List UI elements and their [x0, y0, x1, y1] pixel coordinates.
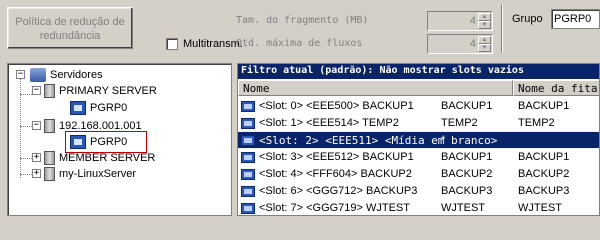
tree-item-primary-pgrp0[interactable]: PGRP0	[70, 100, 127, 116]
tape-icon	[241, 134, 255, 146]
slot-name: <Slot: 4> <FFF604> BACKUP2	[259, 168, 412, 180]
tape-icon	[241, 168, 255, 180]
slot-name: <Slot: 7> <GGG719> WJTEST	[259, 202, 411, 214]
fragment-size-spinner[interactable]: 4 ▲ ▼	[427, 11, 493, 31]
tape-icon	[241, 117, 255, 129]
slot-tape-name: BACKUP1	[441, 151, 493, 163]
collapse-icon[interactable]: −	[16, 70, 25, 79]
slot-tape-name: BACKUP1	[441, 100, 493, 112]
slot-tape-name2: WJTEST	[518, 202, 562, 214]
max-streams-spinner[interactable]: 4 ▲ ▼	[427, 34, 493, 54]
network-icon	[30, 68, 46, 82]
server-icon	[44, 84, 55, 98]
tree-label: MEMBER SERVER	[59, 152, 156, 164]
slot-tape-name2: BACKUP3	[518, 185, 570, 197]
tape-icon	[241, 151, 255, 163]
expand-icon[interactable]: +	[32, 153, 41, 162]
slot-row[interactable]: <Slot: 7> <GGG719> WJTEST WJTEST WJTEST	[238, 200, 599, 215]
server-icon	[44, 151, 55, 165]
slot-name: <Slot: 3> <EEE512> BACKUP1	[259, 151, 414, 163]
tape-library-icon	[70, 135, 86, 149]
tree-item-primary-server[interactable]: PRIMARY SERVER	[44, 83, 157, 99]
column-header-tape-name[interactable]: Nome da fita	[513, 80, 599, 96]
slot-row[interactable]: <Slot: 1> <EEE514> TEMP2 TEMP2 TEMP2	[238, 115, 599, 131]
slot-tape-name: BACKUP2	[441, 168, 493, 180]
tree-label: PGRP0	[90, 102, 128, 114]
server-tree: − Servidores − PRIMARY SERVER PGRP0 − 19…	[7, 63, 232, 216]
slot-row[interactable]: <Slot: 4> <FFF604> BACKUP2 BACKUP2 BACKU…	[238, 166, 599, 182]
tape-icon	[241, 185, 255, 197]
group-field[interactable]: PGRP0	[551, 9, 600, 29]
slot-tape-name: BACKUP3	[441, 185, 493, 197]
max-streams-value: 4	[469, 38, 476, 50]
slot-tape-name2: BACKUP1	[518, 100, 570, 112]
tree-item-linux-server[interactable]: my-LinuxServer	[44, 166, 136, 182]
slot-row[interactable]: <Slot: 0> <EEE500> BACKUP1 BACKUP1 BACKU…	[238, 98, 599, 114]
dedup-policy-button[interactable]: Política de redução de redundância	[7, 7, 133, 49]
server-icon	[44, 119, 55, 133]
slot-row[interactable]: <Slot: 3> <EEE512> BACKUP1 BACKUP1 BACKU…	[238, 149, 599, 165]
spin-down-icon[interactable]: ▼	[478, 21, 491, 29]
tree-root-servers[interactable]: Servidores	[30, 67, 103, 83]
fragment-size-label: Tam. do fragmento (MB)	[236, 15, 369, 26]
spin-up-icon[interactable]: ▲	[478, 36, 491, 44]
spin-down-icon[interactable]: ▼	[478, 44, 491, 52]
group-label: Grupo	[512, 13, 543, 25]
filter-bar[interactable]: Filtro atual (padrão): Não mostrar slots…	[238, 64, 599, 79]
slot-tape-name2: BACKUP1	[518, 151, 570, 163]
slot-name: <Slot: 6> <GGG712> BACKUP3	[259, 185, 418, 197]
multiplex-label: Multitransm.	[183, 38, 243, 50]
multiplex-option[interactable]: Multitransm.	[166, 38, 243, 50]
slot-tape-name2: BACKUP2	[518, 168, 570, 180]
expand-icon[interactable]: +	[32, 169, 41, 178]
tree-item-ip-pgrp0[interactable]: PGRP0	[70, 134, 127, 150]
slot-tape-name: *	[441, 134, 446, 146]
slot-name: <Slot: 2> <EEE511> <Mídia em branco>	[259, 133, 498, 147]
slot-row-selected[interactable]: <Slot: 2> <EEE511> <Mídia em branco> *	[238, 131, 599, 149]
tape-library-icon	[70, 101, 86, 115]
tree-label: PGRP0	[90, 136, 128, 148]
slot-tape-name: TEMP2	[441, 117, 478, 129]
column-header-name[interactable]: Nome	[238, 80, 513, 96]
slots-list: Filtro atual (padrão): Não mostrar slots…	[237, 63, 600, 216]
tape-icon	[241, 202, 255, 214]
slot-tape-name: WJTEST	[441, 202, 485, 214]
slot-row[interactable]: <Slot: 6> <GGG712> BACKUP3 BACKUP3 BACKU…	[238, 183, 599, 199]
options-bar: Política de redução de redundância Multi…	[0, 0, 600, 63]
collapse-icon[interactable]: −	[32, 121, 41, 130]
fragment-size-value: 4	[469, 15, 476, 27]
collapse-icon[interactable]: −	[32, 86, 41, 95]
slot-tape-name2: TEMP2	[518, 117, 555, 129]
multiplex-checkbox[interactable]	[166, 38, 178, 50]
max-streams-label: Qtd. máxima de fluxos	[236, 38, 363, 49]
tree-label: PRIMARY SERVER	[59, 85, 157, 97]
slot-name: <Slot: 0> <EEE500> BACKUP1	[259, 100, 414, 112]
spin-up-icon[interactable]: ▲	[478, 13, 491, 21]
tree-item-member-server[interactable]: MEMBER SERVER	[44, 150, 155, 166]
tree-label: my-LinuxServer	[59, 168, 137, 180]
server-icon	[44, 167, 55, 181]
tree-label: Servidores	[50, 69, 103, 81]
tape-icon	[241, 100, 255, 112]
divider	[501, 5, 503, 53]
slot-name: <Slot: 1> <EEE514> TEMP2	[259, 117, 399, 129]
